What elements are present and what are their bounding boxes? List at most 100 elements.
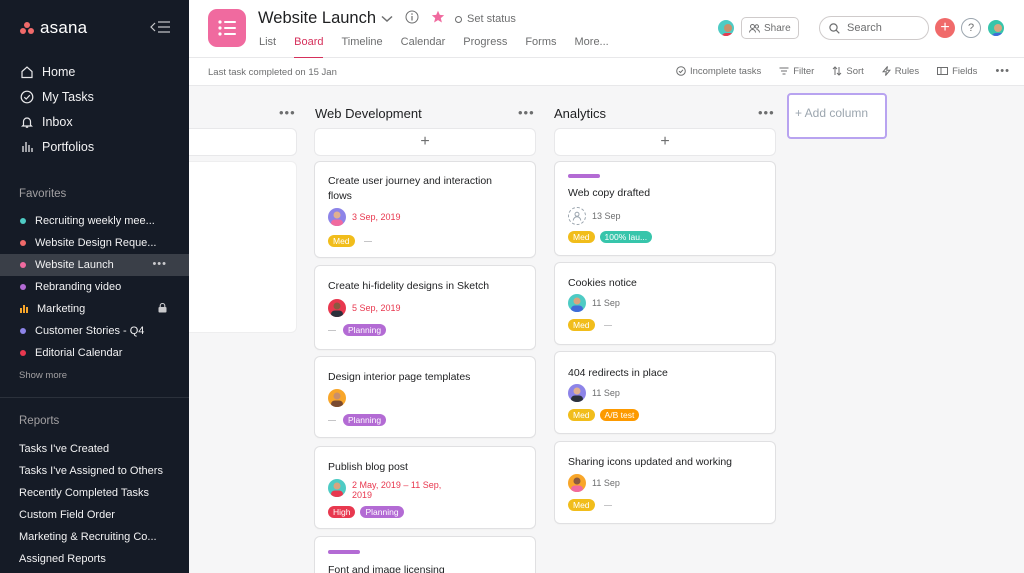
- search-input[interactable]: Search: [819, 16, 929, 40]
- due-date: 5 Sep, 2019: [352, 303, 401, 313]
- task-title: Font and image licensing: [328, 564, 445, 573]
- column-menu-icon[interactable]: •••: [518, 105, 535, 120]
- report-item[interactable]: Marketing & Recruiting Co...: [19, 526, 163, 548]
- favorite-item[interactable]: Recruiting weekly mee...: [0, 210, 189, 232]
- share-button[interactable]: Share: [741, 17, 799, 39]
- priority-tag: Med: [568, 499, 595, 511]
- asana-logo[interactable]: asana: [20, 18, 87, 38]
- fields-button[interactable]: Fields: [937, 66, 977, 77]
- search-icon: [829, 22, 840, 34]
- task-meta: 3 Sep, 2019: [328, 208, 401, 226]
- filter-button[interactable]: Filter: [779, 66, 814, 77]
- favorite-label: Marketing: [37, 303, 86, 315]
- task-card[interactable]: Sharing icons updated and working 11 Sep…: [555, 442, 775, 523]
- task-title: Publish blog post: [328, 461, 408, 473]
- task-card[interactable]: Design interior page templates Planning: [315, 357, 535, 437]
- task-meta: 2 May, 2019 – 11 Sep, 2019: [328, 479, 441, 500]
- task-card[interactable]: 404 redirects in place 11 Sep Med A/B te…: [555, 352, 775, 433]
- assignee-avatar[interactable]: [328, 208, 346, 226]
- task-card[interactable]: Create hi-fidelity designs in Sketch 5 S…: [315, 266, 535, 349]
- project-list-icon[interactable]: [208, 9, 246, 47]
- tab-board[interactable]: Board: [294, 36, 324, 59]
- show-more-link[interactable]: Show more: [19, 370, 67, 381]
- assignee-avatar[interactable]: [568, 384, 586, 402]
- favorite-item[interactable]: Editorial Calendar: [0, 342, 189, 364]
- assignee-avatar[interactable]: [568, 474, 586, 492]
- member-avatar[interactable]: [716, 18, 736, 38]
- more-options-icon[interactable]: •••: [152, 258, 167, 270]
- assignee-avatar[interactable]: [568, 294, 586, 312]
- collapse-sidebar-icon[interactable]: [150, 19, 172, 35]
- fields-icon: [937, 67, 949, 75]
- nav-my-tasks[interactable]: My Tasks: [0, 84, 189, 109]
- incomplete-tasks-button[interactable]: Incomplete tasks: [676, 66, 761, 77]
- column-title[interactable]: Web Development: [315, 106, 422, 121]
- tab-calendar[interactable]: Calendar: [401, 36, 446, 58]
- info-icon[interactable]: [405, 10, 419, 27]
- people-icon: [749, 23, 760, 33]
- sort-label: Sort: [846, 65, 864, 77]
- favorite-item[interactable]: Marketing: [0, 298, 189, 320]
- add-task-button[interactable]: +: [555, 129, 775, 155]
- task-card[interactable]: Cookies notice 11 Sep Med: [555, 263, 775, 344]
- home-icon: [20, 65, 34, 79]
- add-task-button[interactable]: +: [315, 129, 535, 155]
- task-tags: Planning: [328, 414, 387, 426]
- nav-portfolios[interactable]: Portfolios: [0, 134, 189, 159]
- help-button[interactable]: ?: [961, 18, 981, 38]
- favorites-heading: Favorites: [19, 188, 67, 200]
- status-tag: Planning: [343, 414, 387, 426]
- set-status-button[interactable]: Set status: [455, 13, 516, 25]
- assignee-avatar[interactable]: [328, 479, 346, 497]
- task-meta: 11 Sep: [568, 474, 620, 492]
- assignee-avatar[interactable]: [328, 299, 346, 317]
- report-item[interactable]: Custom Field Order: [19, 504, 163, 526]
- tab-timeline[interactable]: Timeline: [341, 36, 382, 58]
- quick-add-button[interactable]: +: [935, 18, 955, 38]
- star-icon[interactable]: [431, 10, 445, 27]
- tab-list[interactable]: List: [259, 36, 276, 58]
- check-circle-icon: [20, 90, 34, 104]
- rules-button[interactable]: Rules: [881, 66, 919, 77]
- empty-field-dash: [328, 419, 336, 421]
- task-card[interactable]: Publish blog post 2 May, 2019 – 11 Sep, 2…: [315, 447, 535, 528]
- tab-forms[interactable]: Forms: [525, 36, 556, 58]
- report-item[interactable]: Assigned Reports: [19, 548, 163, 570]
- task-tags: Med A/B test: [568, 409, 640, 421]
- add-task-button[interactable]: [189, 129, 296, 155]
- task-card[interactable]: Web copy drafted 13 Sep Med 100% lau...: [555, 162, 775, 255]
- sidebar: asana Home My Tasks Inbox Portfolios Fav…: [0, 0, 189, 573]
- favorite-label: Website Launch: [35, 259, 114, 271]
- task-card[interactable]: [189, 162, 296, 332]
- nav-inbox[interactable]: Inbox: [0, 109, 189, 134]
- user-avatar[interactable]: [986, 18, 1006, 38]
- incomplete-tasks-label: Incomplete tasks: [689, 65, 762, 77]
- unassigned-icon[interactable]: [568, 207, 586, 225]
- tab-more[interactable]: More...: [575, 36, 609, 58]
- tab-progress[interactable]: Progress: [463, 36, 507, 58]
- favorite-item-active[interactable]: Website Launch •••: [0, 254, 189, 276]
- report-item[interactable]: Recently Completed Tasks: [19, 482, 163, 504]
- due-date: 11 Sep: [592, 478, 620, 488]
- favorite-item[interactable]: Website Design Reque...: [0, 232, 189, 254]
- report-item[interactable]: Tasks I've Assigned to Others: [19, 460, 163, 482]
- sort-button[interactable]: Sort: [832, 65, 864, 77]
- nav-home[interactable]: Home: [0, 59, 189, 84]
- chevron-down-icon[interactable]: [381, 12, 393, 26]
- column-menu-icon[interactable]: •••: [758, 105, 775, 120]
- project-title[interactable]: Website Launch: [258, 9, 376, 28]
- favorite-item[interactable]: Customer Stories - Q4: [0, 320, 189, 342]
- bell-icon: [20, 115, 34, 129]
- column-title[interactable]: Analytics: [554, 106, 606, 121]
- task-card[interactable]: Font and image licensing: [315, 537, 535, 573]
- status-tag: 100% lau...: [599, 231, 653, 243]
- add-column-button[interactable]: + Add column: [787, 93, 887, 139]
- empty-field-dash: [328, 329, 336, 331]
- column-menu-icon[interactable]: •••: [279, 105, 296, 120]
- favorite-item[interactable]: Rebranding video: [0, 276, 189, 298]
- assignee-avatar[interactable]: [328, 389, 346, 407]
- more-options-icon[interactable]: •••: [995, 65, 1010, 77]
- task-tags: Med: [568, 499, 612, 511]
- report-item[interactable]: Tasks I've Created: [19, 438, 163, 460]
- task-card[interactable]: Create user journey and interaction flows…: [315, 162, 535, 257]
